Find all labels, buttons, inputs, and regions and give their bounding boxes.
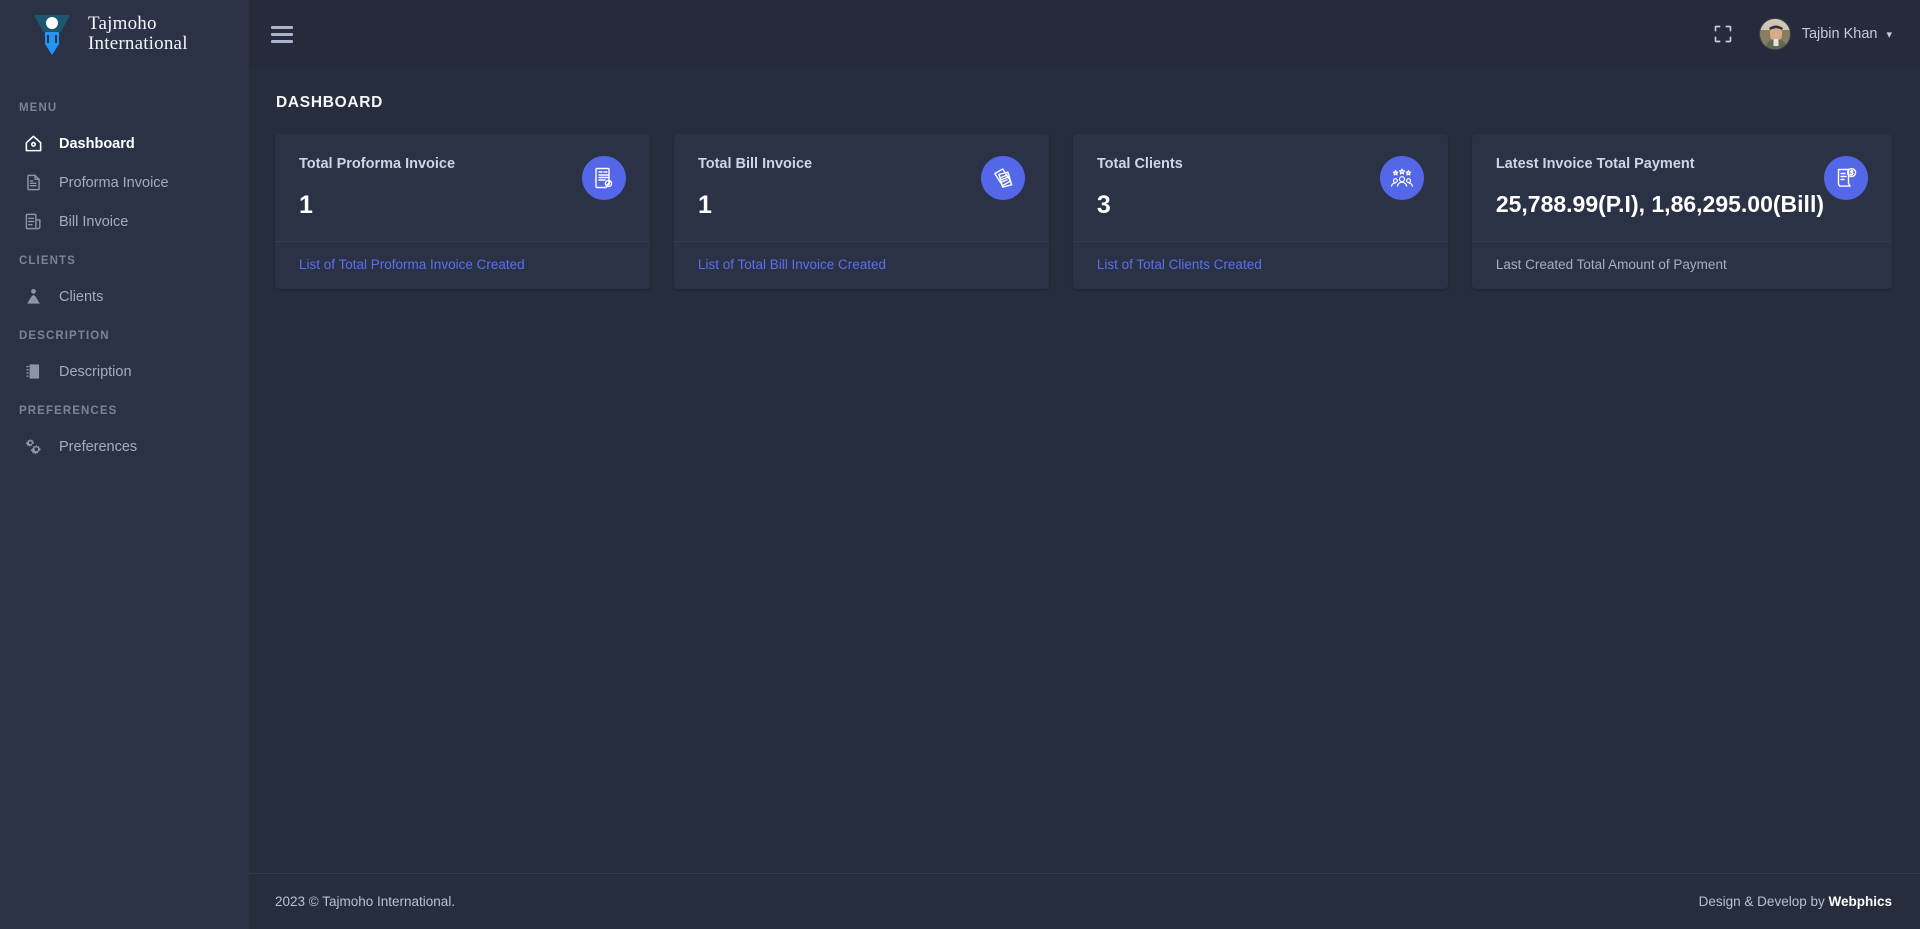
main-area: Tajbin Khan ▾ DASHBOARD Total Proforma I…: [249, 0, 1920, 929]
brand-line-2: International: [88, 33, 188, 54]
brand-line-1: Tajmoho: [88, 13, 157, 34]
app-root: Tajmoho International MENU Dashboard Pro…: [0, 0, 1920, 929]
fullscreen-expand-icon[interactable]: [1713, 24, 1733, 44]
footer-credit-prefix: Design & Develop by: [1698, 894, 1829, 909]
clients-group-icon: [1379, 156, 1424, 200]
card-body: Total Bill Invoice 1: [674, 134, 1049, 241]
invoice-dollar-icon: [1824, 156, 1868, 200]
nav-caption-clients: CLIENTS: [19, 255, 76, 267]
card-value: 1: [697, 191, 712, 219]
card-footer: List of Total Clients Created: [1072, 241, 1448, 289]
stacked-invoices-icon: [980, 156, 1025, 200]
card-footer: List of Total Proforma Invoice Created: [275, 241, 650, 289]
card-body: Total Clients 3: [1073, 134, 1448, 241]
user-tie-icon: [24, 287, 43, 306]
sidebar-item-label: Proforma Invoice: [59, 174, 169, 191]
stat-card-total-bill-invoice: Total Bill Invoice 1 List of Total Bill …: [673, 134, 1049, 289]
sidebar-item-bill-invoice[interactable]: Bill Invoice: [0, 202, 249, 241]
home-icon: [24, 134, 43, 153]
user-name-label: Tajbin Khan: [1801, 26, 1878, 42]
brand-logo-area[interactable]: Tajmoho International: [0, 0, 249, 68]
footer-credit-brand[interactable]: Webphics: [1828, 894, 1892, 909]
sidebar-nav: MENU Dashboard Proforma Invoice Bill Inv…: [0, 68, 249, 466]
chevron-down-icon[interactable]: ▾: [1886, 28, 1892, 41]
card-body: Total Proforma Invoice 1: [275, 134, 650, 241]
card-label: Latest Invoice Total Payment: [1495, 156, 1695, 172]
sidebar-item-clients[interactable]: Clients: [0, 277, 249, 316]
nav-caption-description: DESCRIPTION: [19, 330, 110, 342]
card-label: Total Bill Invoice: [697, 156, 813, 172]
sidebar-item-label: Bill Invoice: [59, 213, 129, 230]
stat-cards-row: Total Proforma Invoice 1 List of Total P…: [275, 134, 1892, 289]
sidebar-item-label: Dashboard: [59, 135, 135, 152]
hamburger-icon[interactable]: [271, 25, 293, 43]
card-footer: List of Total Bill Invoice Created: [673, 241, 1049, 289]
sidebar-item-label: Preferences: [59, 438, 138, 455]
brand-name: Tajmoho International: [88, 14, 188, 54]
sidebar-item-label: Clients: [59, 288, 104, 305]
card-body: Latest Invoice Total Payment 25,788.99(P…: [1472, 134, 1892, 241]
stat-card-latest-invoice-total-payment: Latest Invoice Total Payment 25,788.99(P…: [1471, 134, 1892, 289]
card-link[interactable]: List of Total Bill Invoice Created: [698, 257, 886, 272]
notebook-icon: [24, 362, 43, 381]
footer-copyright: 2023 © Tajmoho International.: [275, 894, 456, 909]
sidebar-item-label: Description: [59, 363, 132, 380]
page-title: DASHBOARD: [276, 94, 384, 111]
card-link[interactable]: List of Total Proforma Invoice Created: [299, 257, 525, 272]
card-label: Total Proforma Invoice: [299, 156, 456, 172]
sidebar-item-proforma-invoice[interactable]: Proforma Invoice: [0, 163, 249, 202]
sidebar-item-description[interactable]: Description: [0, 352, 249, 391]
sidebar: Tajmoho International MENU Dashboard Pro…: [0, 0, 249, 929]
page-footer: 2023 © Tajmoho International. Design & D…: [249, 873, 1920, 929]
card-footer: Last Created Total Amount of Payment: [1471, 241, 1892, 289]
card-value: 3: [1096, 191, 1111, 219]
page-content: DASHBOARD Total Proforma Invoice 1 List …: [249, 68, 1920, 873]
receipt-icon: [24, 212, 43, 231]
nav-caption-menu: MENU: [19, 102, 58, 114]
nav-caption-preferences: PREFERENCES: [19, 405, 118, 417]
user-avatar-photo: [1758, 18, 1791, 50]
card-link[interactable]: List of Total Clients Created: [1097, 257, 1262, 272]
card-value: 25,788.99(P.I), 1,86,295.00(Bill): [1495, 191, 1824, 217]
tajmoho-logo-icon: [30, 11, 74, 57]
cogs-icon: [24, 437, 43, 456]
card-link: Last Created Total Amount of Payment: [1495, 257, 1727, 272]
topbar: Tajbin Khan ▾: [249, 0, 1920, 68]
invoice-document-icon: [581, 156, 626, 200]
card-label: Total Clients: [1096, 156, 1183, 172]
document-icon: [24, 173, 43, 192]
topbar-right: Tajbin Khan ▾: [1713, 18, 1892, 50]
user-menu[interactable]: Tajbin Khan ▾: [1758, 18, 1892, 50]
card-value: 1: [299, 191, 313, 219]
stat-card-total-proforma-invoice: Total Proforma Invoice 1 List of Total P…: [275, 134, 650, 289]
stat-card-total-clients: Total Clients 3 List of Total Clients Cr…: [1072, 134, 1448, 289]
footer-credit: Design & Develop by Webphics: [1699, 894, 1892, 909]
sidebar-item-preferences[interactable]: Preferences: [0, 427, 249, 466]
sidebar-item-dashboard[interactable]: Dashboard: [0, 124, 249, 163]
